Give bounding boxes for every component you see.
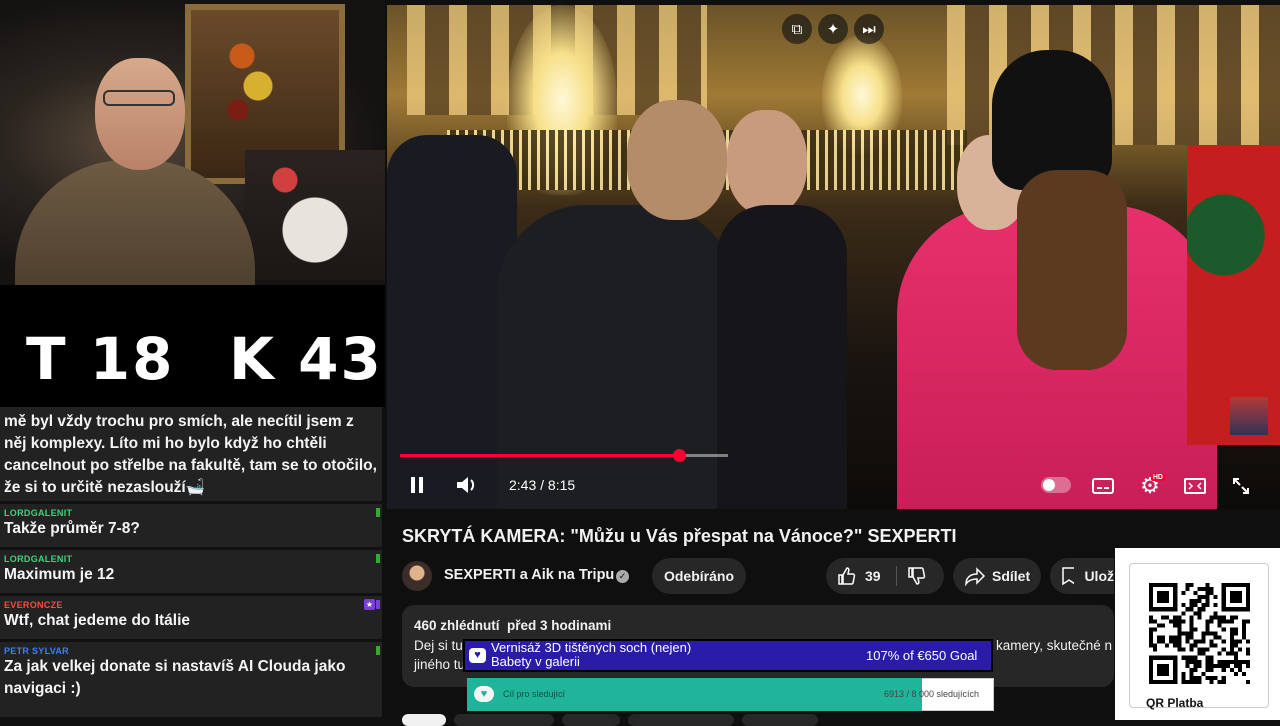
description-line: kamery, skutečné n bbox=[996, 638, 1113, 653]
progress-scrubber[interactable] bbox=[673, 449, 686, 462]
chat-message: LORDGALENIT Takže průměr 7-8? bbox=[0, 504, 382, 550]
volume-button[interactable] bbox=[453, 472, 481, 498]
chat-message: mě byl vždy trochu pro smích, ale necíti… bbox=[0, 407, 382, 504]
theater-icon bbox=[1184, 478, 1206, 494]
webcam-feed bbox=[0, 0, 385, 285]
theater-button[interactable] bbox=[1183, 476, 1207, 496]
video-player[interactable] bbox=[387, 5, 1280, 509]
progress-bar-played bbox=[400, 454, 679, 457]
save-button[interactable]: Ulož bbox=[1050, 558, 1114, 594]
donation-goal-title-line: Vernisáž 3D tištěných soch (nejen) bbox=[491, 640, 692, 655]
person-face-smiling bbox=[727, 110, 807, 215]
star-badge-icon: ★ bbox=[364, 599, 375, 610]
chat-message-text: Takže průměr 7-8? bbox=[4, 520, 140, 537]
streamer-head bbox=[95, 58, 185, 170]
miniplayer-icon[interactable]: ⧉ bbox=[782, 14, 812, 44]
chat-message: LORDGALENIT Maximum je 12 bbox=[0, 550, 382, 596]
autoplay-knob bbox=[1043, 479, 1055, 491]
divider bbox=[896, 566, 897, 586]
chat-message-text: Wtf, chat jedeme do Itálie bbox=[4, 612, 191, 629]
badge-mark bbox=[376, 554, 380, 563]
badge-mark bbox=[376, 508, 380, 517]
glasses bbox=[103, 90, 175, 106]
heart-icon: ♥ bbox=[474, 686, 494, 702]
follower-goal-label: Cíl pro sledující bbox=[503, 689, 566, 699]
view-count: 460 zhlédnutí bbox=[414, 618, 500, 633]
bookmark-icon bbox=[1062, 567, 1075, 586]
subscribe-button[interactable]: Odebíráno bbox=[652, 558, 746, 594]
donation-goal-progress: 107% of €650 Goal bbox=[866, 648, 978, 663]
channel-watermark bbox=[1230, 397, 1268, 435]
person-black-jacket bbox=[497, 205, 737, 509]
share-icon bbox=[965, 567, 986, 586]
person-dark-coat bbox=[717, 205, 847, 509]
thumbs-up-icon bbox=[838, 567, 856, 585]
painting-flowers bbox=[210, 20, 290, 140]
pause-icon bbox=[411, 477, 423, 493]
fullscreen-icon bbox=[1233, 478, 1249, 494]
skip-next-icon[interactable]: ⏭ bbox=[854, 14, 884, 44]
donation-goal-title: Vernisáž 3D tištěných soch (nejen) Babet… bbox=[491, 641, 691, 669]
background-shelf bbox=[245, 150, 385, 280]
time-separator: / bbox=[540, 477, 545, 493]
video-title: SKRYTÁ KAMERA: "Můžu u Vás přespat na Vá… bbox=[402, 526, 957, 546]
qr-label: QR Platba bbox=[1146, 696, 1204, 710]
score-right: K 43 bbox=[229, 325, 383, 393]
chat-message: ★ EVERONCZE Wtf, chat jedeme do Itálie bbox=[0, 596, 382, 642]
filter-chip[interactable] bbox=[402, 714, 446, 726]
qr-code-image bbox=[1149, 583, 1250, 684]
share-button[interactable]: Sdílet bbox=[953, 558, 1041, 594]
channel-avatar[interactable] bbox=[402, 561, 432, 591]
person-hair bbox=[1017, 170, 1127, 370]
chat-message: PETR SYLVAR Za jak velkej donate si nast… bbox=[0, 642, 382, 720]
person-head-back bbox=[627, 100, 727, 220]
autoplay-toggle[interactable] bbox=[1041, 477, 1071, 493]
follower-goal-count: 6913 / 8 000 sledujících bbox=[884, 689, 980, 699]
time-total: 8:15 bbox=[547, 477, 576, 493]
volume-icon bbox=[457, 477, 475, 493]
badge-mark bbox=[376, 600, 380, 609]
chat-username: LORDGALENIT bbox=[4, 508, 73, 518]
filter-chip[interactable] bbox=[454, 714, 554, 726]
chat-message-text: Za jak velkej donate si nastavíš AI Clou… bbox=[4, 658, 346, 697]
verified-icon: ✓ bbox=[616, 570, 629, 583]
badge-mark bbox=[376, 646, 380, 655]
channel-name[interactable]: SEXPERTI a Aik na Tripu bbox=[444, 567, 614, 583]
heart-icon: ♥ bbox=[469, 648, 486, 663]
thumbs-down-icon bbox=[908, 567, 926, 585]
subtitles-icon bbox=[1092, 478, 1114, 494]
share-label: Sdílet bbox=[992, 568, 1031, 584]
settings-button[interactable]: ⚙ HD bbox=[1137, 473, 1165, 498]
description-line: jiného tu bbox=[414, 657, 466, 672]
upload-age: před 3 hodinami bbox=[507, 618, 612, 633]
donation-goal-title-line: Babety v galerii bbox=[491, 654, 580, 669]
chat-message-text: Maximum je 12 bbox=[4, 566, 115, 583]
save-label: Ulož bbox=[1084, 568, 1114, 584]
video-meta: 460 zhlédnutí před 3 hodinami bbox=[414, 618, 611, 633]
subscribe-label: Odebíráno bbox=[663, 568, 734, 584]
chat-username: PETR SYLVAR bbox=[4, 646, 69, 656]
dislike-button[interactable] bbox=[906, 566, 926, 589]
filter-chip[interactable] bbox=[562, 714, 620, 726]
subtitles-button[interactable] bbox=[1091, 476, 1115, 496]
hd-badge: HD bbox=[1150, 474, 1165, 481]
pause-button[interactable] bbox=[404, 472, 430, 498]
sparkle-icon[interactable]: ✦ bbox=[818, 14, 848, 44]
time-current: 2:43 bbox=[509, 477, 537, 493]
like-dislike-group: 39 bbox=[826, 558, 944, 594]
filter-chip[interactable] bbox=[742, 714, 818, 726]
description-line: Dej si tu bbox=[414, 638, 463, 653]
like-count: 39 bbox=[865, 568, 881, 584]
fullscreen-button[interactable] bbox=[1229, 474, 1253, 498]
time-display: 2:43 / 8:15 bbox=[509, 477, 575, 493]
chat-username: EVERONCZE bbox=[4, 600, 63, 610]
filter-chip[interactable] bbox=[628, 714, 734, 726]
chat-username: LORDGALENIT bbox=[4, 554, 73, 564]
person-black-beanie bbox=[992, 50, 1112, 190]
score-left: T 18 bbox=[26, 325, 175, 393]
chat-message-text: mě byl vždy trochu pro smích, ale necíti… bbox=[4, 413, 377, 496]
chat-panel: mě byl vždy trochu pro smích, ale necíti… bbox=[0, 407, 382, 720]
